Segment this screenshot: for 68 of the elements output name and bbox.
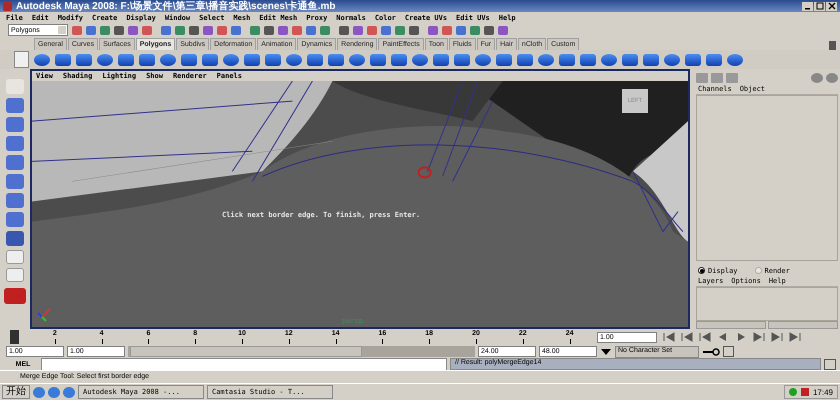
tool-icon[interactable] <box>6 174 24 189</box>
playback-button[interactable] <box>769 332 785 342</box>
polygon-tool-icon[interactable] <box>202 54 218 66</box>
polygon-tool-icon[interactable] <box>559 54 575 66</box>
script-editor-button[interactable] <box>824 358 836 370</box>
polygon-tool-icon[interactable] <box>370 54 386 66</box>
command-input-field[interactable] <box>41 358 447 370</box>
tool-icon[interactable] <box>6 193 24 208</box>
tool-icon[interactable] <box>6 136 24 151</box>
start-button[interactable]: 开始 <box>2 385 30 399</box>
polygon-tool-icon[interactable] <box>118 54 134 66</box>
polygon-tool-icon[interactable] <box>433 54 449 66</box>
polygon-tool-icon[interactable] <box>160 54 176 66</box>
clock: 17:49 <box>812 388 833 396</box>
polygon-tool-icon[interactable] <box>412 54 428 66</box>
polygon-tool-icon[interactable] <box>223 54 239 66</box>
polygon-tool-icon[interactable] <box>643 54 659 66</box>
close-icon <box>828 2 836 10</box>
polygon-tool-icon[interactable] <box>727 54 743 66</box>
key-icon[interactable] <box>702 348 720 356</box>
playback-button[interactable] <box>661 332 677 342</box>
polygon-tool-icon[interactable] <box>181 54 197 66</box>
polygon-tool-icon[interactable] <box>391 54 407 66</box>
tool-icon[interactable] <box>6 98 24 113</box>
maximize-icon <box>816 2 824 10</box>
polygon-tool-icon[interactable] <box>664 54 680 66</box>
polygon-tool-icon[interactable] <box>685 54 701 66</box>
quick-launch-icon[interactable] <box>63 386 75 398</box>
quick-launch-icon[interactable] <box>33 386 45 398</box>
polygon-tool-icon[interactable] <box>496 54 512 66</box>
playback-button[interactable] <box>751 332 767 342</box>
polygon-tool-icon[interactable] <box>55 54 71 66</box>
playback-button[interactable] <box>787 332 803 342</box>
minimize-button[interactable] <box>802 2 813 10</box>
polygon-tool-icon[interactable] <box>580 54 596 66</box>
close-button[interactable] <box>826 2 837 10</box>
polygon-tool-icon[interactable] <box>622 54 638 66</box>
polygon-tool-icon[interactable] <box>328 54 344 66</box>
tool-icon[interactable] <box>6 155 24 170</box>
quick-launch-icon[interactable] <box>48 386 60 398</box>
polygon-tool-icon[interactable] <box>475 54 491 66</box>
polygon-tool-icon[interactable] <box>517 54 533 66</box>
shelf-menu-button[interactable] <box>14 51 29 68</box>
polygon-tool-icon[interactable] <box>349 54 365 66</box>
playback-button[interactable] <box>679 332 695 342</box>
polygon-tool-icon[interactable] <box>97 54 113 66</box>
polygon-tool-icon[interactable] <box>307 54 323 66</box>
range-slider-bar[interactable] <box>130 346 362 357</box>
polygon-tool-icon[interactable] <box>139 54 155 66</box>
current-frame-marker[interactable] <box>10 330 19 344</box>
tool-icon[interactable] <box>6 231 24 246</box>
polygon-tool-icon[interactable] <box>244 54 260 66</box>
polygon-tool-icon[interactable] <box>76 54 92 66</box>
tool-icon[interactable] <box>6 212 24 227</box>
polygon-tool-icon[interactable] <box>265 54 281 66</box>
playback-button[interactable] <box>697 332 713 342</box>
radio-button[interactable] <box>754 267 762 274</box>
polygon-tool-icon[interactable] <box>34 54 50 66</box>
polygon-tool-icon[interactable] <box>454 54 470 66</box>
polygon-tool-icon[interactable] <box>706 54 722 66</box>
polygon-tool-icon[interactable] <box>601 54 617 66</box>
polygon-tool-icon[interactable] <box>538 54 554 66</box>
app-logo-icon <box>3 2 12 10</box>
window-title: Autodesk Maya 2008: F:\场景文件\第三章\播音实践\scenes\卡通鱼.mb <box>16 0 336 13</box>
tool-icon[interactable] <box>6 117 24 132</box>
radio-button[interactable] <box>698 267 705 274</box>
polygon-tool-icon[interactable] <box>286 54 302 66</box>
maximize-button[interactable] <box>814 2 825 10</box>
